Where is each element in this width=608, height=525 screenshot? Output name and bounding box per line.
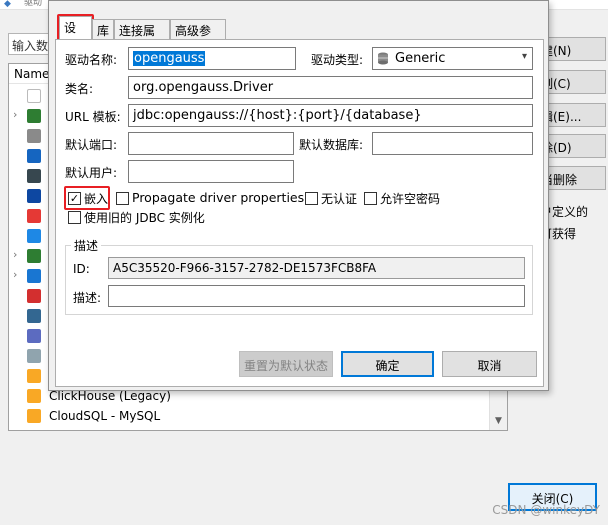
propagate-properties-checkbox[interactable] [116, 192, 129, 205]
new-driver-button[interactable]: 建(N) [540, 37, 606, 61]
db-gray-icon [27, 129, 41, 143]
allow-empty-password-label: 允许空密码 [380, 192, 441, 206]
database-icon [377, 52, 389, 65]
chevron-down-icon[interactable]: ▾ [522, 51, 527, 62]
bars-icon [27, 369, 41, 383]
default-port-label: 默认端口: [65, 138, 118, 152]
drop-icon [27, 329, 41, 343]
tab-libraries[interactable]: 库 [92, 19, 114, 39]
app-icon: ◆ [4, 0, 11, 9]
list-item-label: ClickHouse (Legacy) [49, 389, 171, 403]
delete-current-button[interactable]: 当删除 [540, 166, 606, 190]
clickhouse-icon [27, 389, 41, 403]
default-user-input[interactable] [128, 160, 294, 183]
embed-label: 嵌入 [84, 192, 109, 206]
legacy-jdbc-checkbox[interactable] [68, 211, 81, 224]
background-window-title: 驱动 [24, 0, 43, 8]
description-label: 描述: [73, 291, 102, 305]
cancel-label: 取消 [477, 359, 502, 373]
watermark: CSDN @winkeyDY [492, 503, 600, 517]
checkmark-icon: ✓ [69, 192, 80, 205]
ok-label: 确定 [375, 359, 400, 373]
flame-icon [27, 209, 41, 223]
id-value: A5C35520-F966-3157-2782-DE1573FCB8FA [113, 261, 377, 275]
a-blue-icon [27, 149, 41, 163]
allow-empty-password-checkbox[interactable] [364, 192, 377, 205]
cancel-button[interactable]: 取消 [442, 351, 537, 377]
layers-icon [27, 289, 41, 303]
class-name-value: org.opengauss.Driver [133, 80, 274, 95]
default-user-label: 默认用户: [65, 166, 118, 180]
list-item-label: CloudSQL - MySQL [49, 409, 161, 423]
edit-driver-dialog: 设置 库 连接属性 高级参数 驱动名称: opengauss 驱动类型: Gen… [48, 0, 549, 391]
default-database-input[interactable] [372, 132, 533, 155]
description-input[interactable] [108, 285, 525, 307]
chevron-right-icon[interactable]: › [13, 108, 17, 121]
no-auth-checkbox[interactable] [305, 192, 318, 205]
leaf-icon [27, 349, 41, 363]
db-outline-icon [27, 89, 41, 103]
url-template-input[interactable]: jdbc:opengauss://{host}:{port}/{database… [128, 104, 533, 127]
search-placeholder: 输入数 [12, 39, 49, 53]
elephant-icon [27, 309, 41, 323]
url-template-label: URL 模板: [65, 110, 121, 124]
triangle-icon [27, 269, 41, 283]
description-group-label: 描述 [71, 237, 102, 254]
feather-icon [27, 229, 41, 243]
driver-type-select[interactable]: Generic ▾ [372, 47, 533, 70]
no-auth-label: 无认证 [321, 192, 358, 206]
driver-name-label: 驱动名称: [65, 53, 118, 67]
copy-driver-button[interactable]: 制(C) [540, 70, 606, 94]
driver-type-label: 驱动类型: [311, 53, 364, 67]
url-template-value: jdbc:opengauss://{host}:{port}/{database… [133, 108, 422, 123]
db-green-icon [27, 249, 41, 263]
reset-defaults-button[interactable]: 重置为默认状态 [239, 351, 333, 377]
tab-settings-highlight [57, 14, 94, 41]
legacy-jdbc-label: 使用旧的 JDBC 实例化 [84, 211, 205, 225]
db-green-icon [27, 109, 41, 123]
embed-checkbox[interactable]: ✓ [68, 192, 81, 205]
id-label: ID: [73, 262, 90, 276]
default-database-label: 默认数据库: [299, 138, 364, 152]
class-name-label: 类名: [65, 82, 94, 96]
driver-name-value: opengauss [133, 51, 206, 66]
driver-name-input[interactable]: opengauss [128, 47, 296, 70]
cloudsql-icon [27, 409, 41, 423]
tab-connection-properties[interactable]: 连接属性 [114, 19, 170, 55]
edit-driver-button[interactable]: 辑(E)... [540, 103, 606, 127]
id-field[interactable]: A5C35520-F966-3157-2782-DE1573FCB8FA [108, 257, 525, 279]
default-port-input[interactable] [128, 132, 294, 155]
list-item[interactable]: CloudSQL - MySQL [9, 406, 507, 426]
tab-advanced[interactable]: 高级参数 [170, 19, 226, 55]
propagate-properties-label: Propagate driver properties [132, 190, 305, 205]
chevron-right-icon[interactable]: › [13, 268, 17, 281]
reset-defaults-label: 重置为默认状态 [243, 359, 328, 373]
bird-icon [27, 189, 41, 203]
driver-type-value: Generic [395, 51, 446, 66]
class-name-input[interactable]: org.opengauss.Driver [128, 76, 533, 99]
tab-libraries-label: 库 [97, 24, 110, 38]
scroll-down-icon[interactable]: ▼ [495, 416, 502, 426]
chevrons-icon [27, 169, 41, 183]
delete-driver-button[interactable]: 除(D) [540, 134, 606, 158]
chevron-right-icon[interactable]: › [13, 248, 17, 261]
ok-button[interactable]: 确定 [341, 351, 434, 377]
